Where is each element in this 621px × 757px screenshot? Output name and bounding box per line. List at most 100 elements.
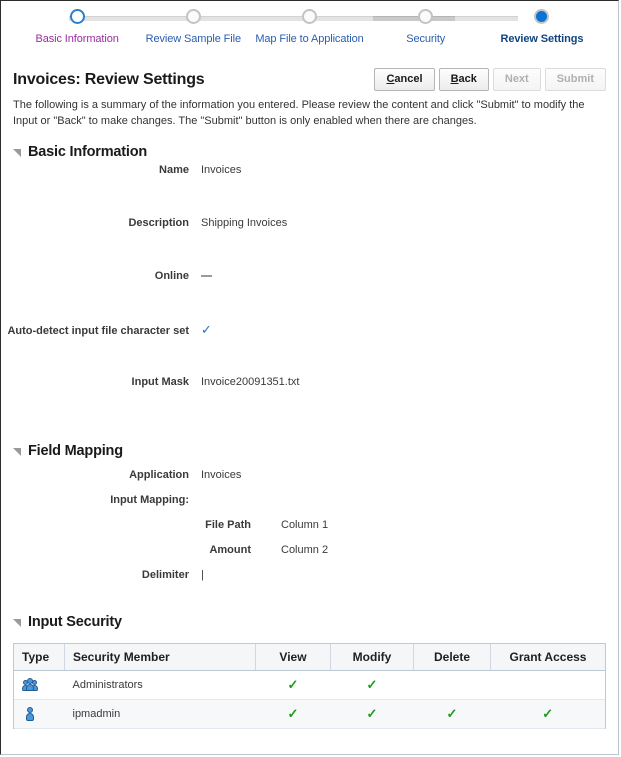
field-row-mapping-amount: Amount Column 2	[1, 544, 618, 569]
field-value: Invoices	[201, 468, 242, 481]
cell-security-member: Administrators	[64, 670, 256, 700]
next-button[interactable]: Next	[492, 68, 541, 92]
table-body: Administrators ✓ ✓ ipmadmin ✓ ✓ ✓ ✓	[14, 670, 605, 729]
check-icon: ✓	[287, 676, 299, 692]
user-icon	[22, 706, 38, 722]
field-mapping-fields: Application Invoices Input Mapping: File…	[1, 469, 618, 594]
page-instructions: The following is a summary of the inform…	[13, 99, 585, 128]
group-icon	[22, 677, 38, 693]
train-stop-marker-wrap	[251, 9, 367, 29]
field-label: Description	[128, 216, 189, 229]
field-value: Shipping Invoices	[201, 216, 288, 229]
field-label: Input Mapping:	[110, 493, 189, 506]
table-row[interactable]: ipmadmin ✓ ✓ ✓ ✓	[14, 699, 605, 729]
wizard-button-bar: Cancel Back Next Submit	[374, 67, 606, 92]
check-icon: ✓	[446, 705, 458, 721]
column-header-security-member[interactable]: Security Member	[64, 643, 256, 671]
field-row-mapping-file-path: File Path Column 1	[1, 519, 618, 544]
page-title: Invoices: Review Settings	[13, 71, 205, 88]
disclosure-triangle-icon[interactable]	[13, 448, 21, 457]
field-label: Application	[129, 468, 189, 481]
field-label: Online	[154, 269, 189, 282]
basic-information-fields: Name Invoices Description Shipping Invoi…	[1, 164, 618, 429]
field-label: Auto-detect input file character set	[7, 324, 189, 337]
section-title: Field Mapping	[28, 442, 123, 459]
train-stop-dot-icon	[302, 9, 317, 24]
cell-delete	[413, 670, 491, 700]
train-stop-marker-wrap	[484, 9, 600, 29]
field-label: Delimiter	[141, 568, 189, 581]
cancel-button[interactable]: Cancel	[374, 68, 435, 92]
check-icon: ✓	[366, 676, 378, 692]
train-stop-review-settings[interactable]: Review Settings	[484, 9, 600, 45]
column-header-modify[interactable]: Modify	[330, 643, 414, 671]
check-icon: ✓	[542, 705, 554, 721]
train-stop-review-sample-file[interactable]: Review Sample File	[135, 9, 251, 45]
disclosure-triangle-icon[interactable]	[13, 149, 21, 158]
field-row-name: Name Invoices	[1, 164, 618, 217]
table-header: Type Security Member View Modify Delete …	[14, 643, 605, 671]
column-header-delete[interactable]: Delete	[413, 643, 491, 671]
train-stop-map-file-to-application[interactable]: Map File to Application	[251, 9, 367, 45]
table-header-row: Type Security Member View Modify Delete …	[14, 643, 605, 671]
train-stop-label[interactable]: Security	[368, 33, 484, 45]
field-row-application: Application Invoices	[1, 469, 618, 494]
train-stop-basic-information[interactable]: Basic Information	[19, 9, 135, 45]
disclosure-triangle-icon[interactable]	[13, 619, 21, 628]
field-row-input-mapping: Input Mapping:	[1, 494, 618, 519]
field-value: Invoices	[201, 163, 242, 176]
cell-type	[14, 699, 65, 729]
mapping-source-label: Amount	[209, 543, 251, 556]
train-stop-label[interactable]: Review Sample File	[135, 33, 251, 45]
checkmark-icon: ✓	[201, 321, 212, 337]
train-stop-dot-icon	[534, 9, 550, 24]
section-title: Input Security	[28, 613, 122, 630]
input-security-table-wrap: Type Security Member View Modify Delete …	[13, 642, 606, 729]
input-security-table: Type Security Member View Modify Delete …	[14, 643, 605, 729]
field-row-delimiter: Delimiter |	[1, 569, 618, 594]
cell-modify: ✓	[330, 699, 414, 729]
cell-modify: ✓	[330, 670, 414, 700]
train-stop-marker-wrap	[135, 9, 251, 29]
submit-button[interactable]: Submit	[544, 68, 606, 92]
mapping-source-label: File Path	[205, 518, 251, 531]
check-icon: ✓	[366, 705, 378, 721]
section-header-field-mapping[interactable]: Field Mapping	[13, 443, 618, 459]
cell-security-member: ipmadmin	[64, 699, 256, 729]
field-row-online: Online	[1, 270, 618, 323]
back-button[interactable]: Back	[438, 68, 489, 92]
section-header-input-security[interactable]: Input Security	[13, 614, 618, 630]
field-value: |	[201, 568, 204, 581]
field-row-auto-detect-charset: Auto-detect input file character set ✓	[1, 323, 618, 376]
train-stop-marker-wrap	[368, 9, 484, 29]
cell-delete: ✓	[413, 699, 491, 729]
train-stop-dot-icon	[418, 9, 434, 24]
wizard-train: Basic Information Review Sample File Map…	[1, 1, 618, 59]
field-label: Name	[159, 163, 189, 176]
section-title: Basic Information	[28, 143, 148, 160]
train-stop-security[interactable]: Security	[368, 9, 484, 45]
cell-view: ✓	[255, 670, 331, 700]
train-stop-label[interactable]: Review Settings	[484, 33, 600, 45]
section-header-basic-information[interactable]: Basic Information	[13, 144, 618, 160]
field-label: Input Mask	[131, 375, 189, 388]
mapping-target-value: Column 1	[281, 518, 329, 531]
train-stop-label[interactable]: Basic Information	[19, 33, 135, 45]
check-icon: ✓	[287, 705, 299, 721]
table-row[interactable]: Administrators ✓ ✓	[14, 670, 605, 700]
empty-value-dash-icon	[201, 274, 212, 277]
column-header-view[interactable]: View	[255, 643, 331, 671]
field-row-description: Description Shipping Invoices	[1, 217, 618, 270]
field-value: Invoice20091351.txt	[201, 375, 300, 388]
column-header-grant-access[interactable]: Grant Access	[490, 643, 605, 671]
page-header: Invoices: Review Settings Cancel Back Ne…	[1, 59, 618, 92]
train-stop-dot-icon	[69, 9, 85, 24]
column-header-type[interactable]: Type	[14, 643, 65, 671]
field-row-input-mask: Input Mask Invoice20091351.txt	[1, 376, 618, 429]
cell-grant-access	[490, 670, 605, 700]
train-stop-dot-icon	[185, 9, 201, 24]
wizard-page: Basic Information Review Sample File Map…	[0, 0, 619, 755]
cell-view: ✓	[255, 699, 331, 729]
train-stop-label[interactable]: Map File to Application	[251, 33, 367, 45]
field-value	[201, 270, 212, 282]
